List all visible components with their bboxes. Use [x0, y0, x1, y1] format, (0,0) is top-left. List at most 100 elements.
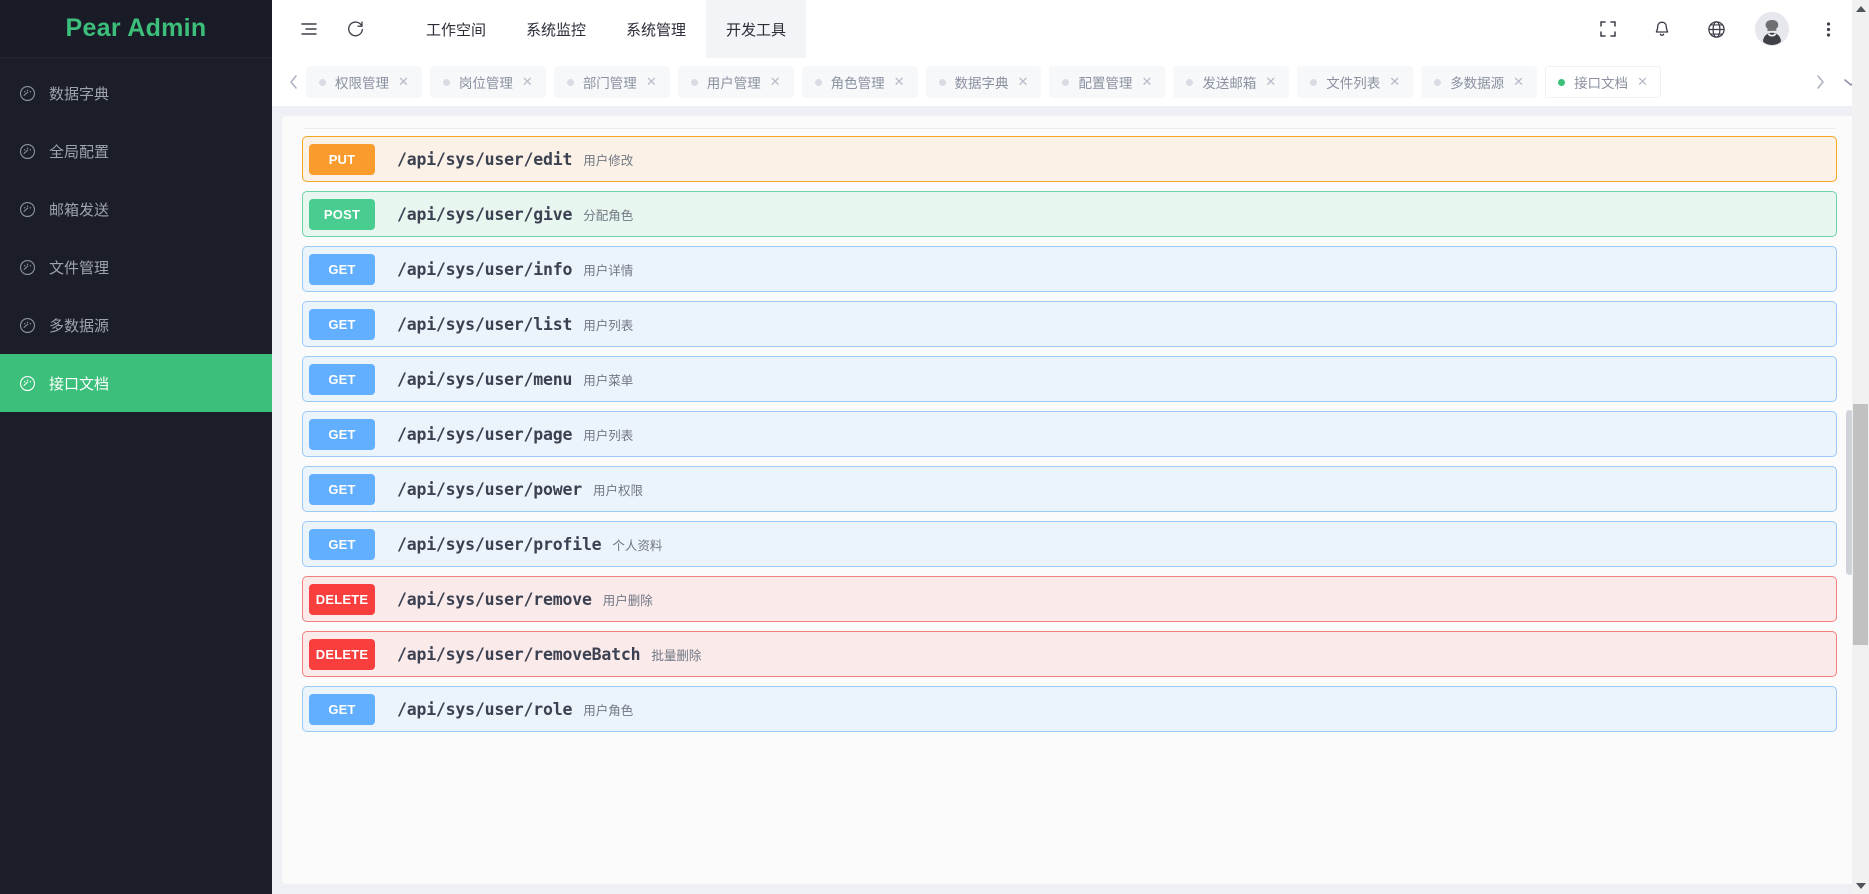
header-nav-item-0[interactable]: 工作空间	[406, 0, 506, 58]
globe-icon[interactable]	[1689, 0, 1743, 58]
sidebar-item-label: 接口文档	[49, 375, 110, 393]
top-header: 工作空间 系统监控 系统管理 开发工具	[272, 0, 1869, 58]
tab-close-icon[interactable]: ✕	[646, 74, 657, 90]
api-description: 个人资料	[612, 538, 663, 553]
chevron-left-icon[interactable]	[280, 58, 306, 106]
tab-close-icon[interactable]: ✕	[770, 74, 781, 90]
tab-item-4[interactable]: 角色管理 ✕	[801, 66, 918, 98]
api-description: 用户删除	[602, 593, 653, 608]
brand-logo[interactable]: Pear Admin	[0, 0, 272, 58]
http-method-badge: DELETE	[309, 583, 375, 615]
tab-status-dot-icon	[690, 78, 698, 86]
api-endpoint-row[interactable]: GET/api/sys/user/menu 用户菜单	[302, 356, 1837, 402]
tab-close-icon[interactable]: ✕	[1265, 74, 1276, 90]
tab-item-0[interactable]: 权限管理 ✕	[306, 66, 422, 98]
api-endpoint-row[interactable]: GET/api/sys/user/info 用户详情	[302, 246, 1837, 292]
api-endpoint-row[interactable]: GET/api/sys/user/page 用户列表	[302, 411, 1837, 457]
api-description: 分配角色	[583, 208, 634, 223]
header-actions	[1581, 0, 1869, 58]
tab-label: 权限管理	[335, 76, 389, 91]
app-root: Pear Admin 数据字典全局配置邮箱发送文件管理多数据源接口文档	[0, 0, 1869, 894]
sidebar-item-5[interactable]: 接口文档	[0, 354, 272, 412]
tab-label: 接口文档	[1574, 76, 1629, 91]
tab-close-icon[interactable]: ✕	[1018, 74, 1029, 90]
http-method-badge: GET	[309, 363, 375, 395]
tab-close-icon[interactable]: ✕	[1141, 74, 1152, 90]
tab-close-icon[interactable]: ✕	[398, 74, 409, 90]
tab-bar: 权限管理 ✕ 岗位管理 ✕ 部门管理 ✕ 用户管理 ✕ 角色管理 ✕ 数据字典 ✕ 配置管理 ✕ 发送邮箱 ✕…	[272, 58, 1869, 106]
tab-status-dot-icon	[1558, 78, 1566, 86]
tab-status-dot-icon	[442, 78, 450, 86]
sidebar-item-label: 全局配置	[49, 143, 110, 161]
tab-label: 配置管理	[1078, 76, 1133, 91]
api-endpoint-row[interactable]: GET/api/sys/user/role 用户角色	[302, 686, 1837, 732]
sidebar-item-label: 邮箱发送	[49, 201, 110, 219]
api-endpoint-list: PUT/api/sys/user/edit 用户修改 POST/api/sys/us…	[302, 129, 1837, 732]
sidebar: Pear Admin 数据字典全局配置邮箱发送文件管理多数据源接口文档	[0, 0, 272, 894]
api-endpoint-row[interactable]: POST/api/sys/user/give 分配角色	[302, 191, 1837, 237]
sidebar-item-4[interactable]: 多数据源	[0, 296, 272, 354]
tab-close-icon[interactable]: ✕	[1513, 74, 1524, 90]
header-nav: 工作空间 系统监控 系统管理 开发工具	[406, 0, 807, 58]
api-description: 用户菜单	[583, 373, 634, 388]
api-endpoint-row[interactable]: GET/api/sys/user/list 用户列表	[302, 301, 1837, 347]
sidebar-item-3[interactable]: 文件管理	[0, 238, 272, 296]
tab-close-icon[interactable]: ✕	[522, 74, 533, 90]
api-path: /api/sys/user/list	[397, 314, 573, 334]
tab-label: 岗位管理	[458, 76, 513, 91]
tab-label: 用户管理	[706, 76, 761, 91]
tab-close-icon[interactable]: ✕	[894, 74, 905, 90]
tab-item-3[interactable]: 用户管理 ✕	[677, 66, 794, 98]
http-method-badge: GET	[309, 528, 375, 560]
scroll-down-arrow-icon[interactable]	[1852, 877, 1869, 894]
api-endpoint-row[interactable]: PUT/api/sys/user/edit 用户修改	[302, 136, 1837, 182]
api-path: /api/sys/user/info	[397, 259, 573, 279]
tab-label: 多数据源	[1450, 76, 1505, 91]
sidebar-item-label: 数据字典	[49, 85, 110, 103]
tab-close-icon[interactable]: ✕	[1389, 74, 1400, 90]
tab-close-icon[interactable]: ✕	[1637, 74, 1648, 90]
menu-collapse-icon[interactable]	[286, 0, 332, 58]
dashboard-icon	[16, 198, 38, 220]
sidebar-item-1[interactable]: 全局配置	[0, 122, 272, 180]
brand-title: Pear Admin	[65, 14, 207, 42]
tab-status-dot-icon	[814, 78, 822, 86]
main-column: 工作空间 系统监控 系统管理 开发工具 权限管理 ✕ 岗位管理 ✕ 部门管理 ✕…	[272, 0, 1869, 894]
tab-item-8[interactable]: 文件列表 ✕	[1297, 66, 1414, 98]
api-path: /api/sys/user/removeBatch	[397, 644, 641, 664]
scroll-up-arrow-icon[interactable]	[1852, 0, 1869, 17]
api-path: /api/sys/user/page	[397, 424, 573, 444]
api-endpoint-row[interactable]: GET/api/sys/user/power 用户权限	[302, 466, 1837, 512]
page-scrollbar[interactable]	[1852, 0, 1869, 894]
api-endpoint-row[interactable]: DELETE/api/sys/user/remove 用户删除	[302, 576, 1837, 622]
page-scrollbar-thumb[interactable]	[1853, 404, 1868, 645]
tab-item-9[interactable]: 多数据源 ✕	[1421, 66, 1538, 98]
tab-item-10[interactable]: 接口文档 ✕	[1545, 66, 1661, 98]
more-vertical-icon[interactable]	[1801, 0, 1855, 58]
fullscreen-icon[interactable]	[1581, 0, 1635, 58]
header-nav-item-3[interactable]: 开发工具	[706, 0, 807, 58]
http-method-badge: POST	[309, 198, 375, 230]
tab-item-2[interactable]: 部门管理 ✕	[553, 66, 670, 98]
header-nav-item-1[interactable]: 系统监控	[506, 0, 606, 58]
api-description: 用户详情	[583, 263, 634, 278]
refresh-icon[interactable]	[332, 0, 378, 58]
page-scrollbar-track[interactable]	[1852, 17, 1869, 877]
api-endpoint-row[interactable]: DELETE/api/sys/user/removeBatch 批量删除	[302, 631, 1837, 677]
tab-item-6[interactable]: 配置管理 ✕	[1049, 66, 1166, 98]
tab-status-dot-icon	[1434, 78, 1442, 86]
sidebar-item-0[interactable]: 数据字典	[0, 64, 272, 122]
tab-item-1[interactable]: 岗位管理 ✕	[429, 66, 546, 98]
header-nav-item-2[interactable]: 系统管理	[606, 0, 706, 58]
tab-item-7[interactable]: 发送邮箱 ✕	[1173, 66, 1290, 98]
user-avatar[interactable]	[1755, 12, 1789, 46]
api-endpoint-row[interactable]: GET/api/sys/user/profile 个人资料	[302, 521, 1837, 567]
http-method-badge: GET	[309, 253, 375, 285]
tab-label: 角色管理	[830, 76, 885, 91]
chevron-right-icon[interactable]	[1807, 58, 1833, 106]
sidebar-item-2[interactable]: 邮箱发送	[0, 180, 272, 238]
tab-item-5[interactable]: 数据字典 ✕	[925, 66, 1042, 98]
api-description: 用户列表	[583, 428, 634, 443]
sidebar-item-label: 多数据源	[49, 317, 110, 335]
bell-icon[interactable]	[1635, 0, 1689, 58]
